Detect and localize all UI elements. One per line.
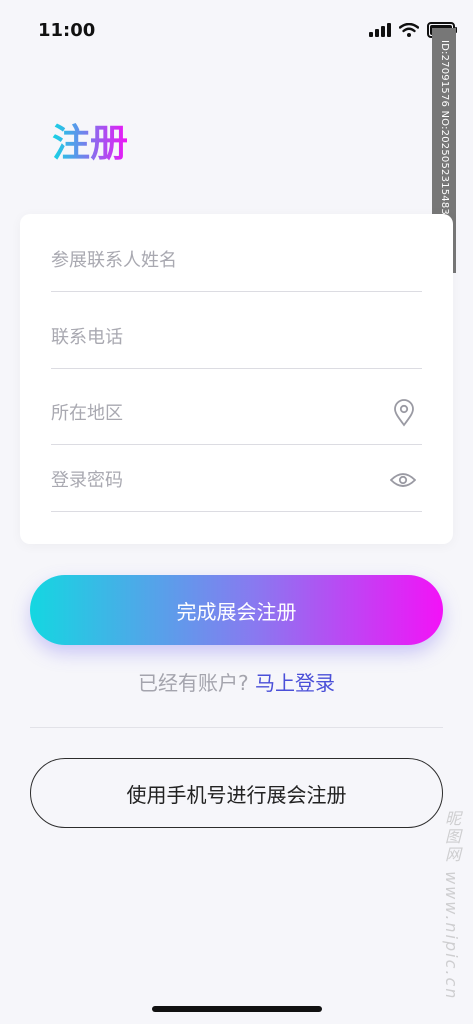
page-title: 注册 xyxy=(52,112,128,167)
name-field-row xyxy=(51,214,422,292)
registration-form xyxy=(20,214,453,544)
wifi-icon xyxy=(399,23,419,37)
login-link[interactable]: 马上登录 xyxy=(255,671,335,695)
status-bar: 11:00 xyxy=(0,0,473,60)
home-indicator xyxy=(152,1006,322,1012)
status-time: 11:00 xyxy=(38,20,96,41)
phone-register-button[interactable]: 使用手机号进行展会注册 xyxy=(30,758,443,828)
phone-field-row xyxy=(51,291,422,369)
contact-name-input[interactable] xyxy=(51,240,371,281)
signal-icon xyxy=(369,23,391,37)
region-input[interactable] xyxy=(51,393,371,434)
have-account-text: 已经有账户? xyxy=(138,671,249,695)
location-pin-icon[interactable] xyxy=(392,399,416,427)
phone-input[interactable] xyxy=(51,317,371,358)
eye-icon[interactable] xyxy=(390,466,416,494)
complete-registration-button[interactable]: 完成展会注册 xyxy=(30,575,443,645)
password-input[interactable] xyxy=(51,460,371,501)
divider xyxy=(30,727,443,728)
watermark-site: 昵图网 www.nipic.cn xyxy=(442,809,461,1001)
login-prompt: 已经有账户? 马上登录 xyxy=(0,667,473,696)
password-field-row xyxy=(51,434,422,512)
